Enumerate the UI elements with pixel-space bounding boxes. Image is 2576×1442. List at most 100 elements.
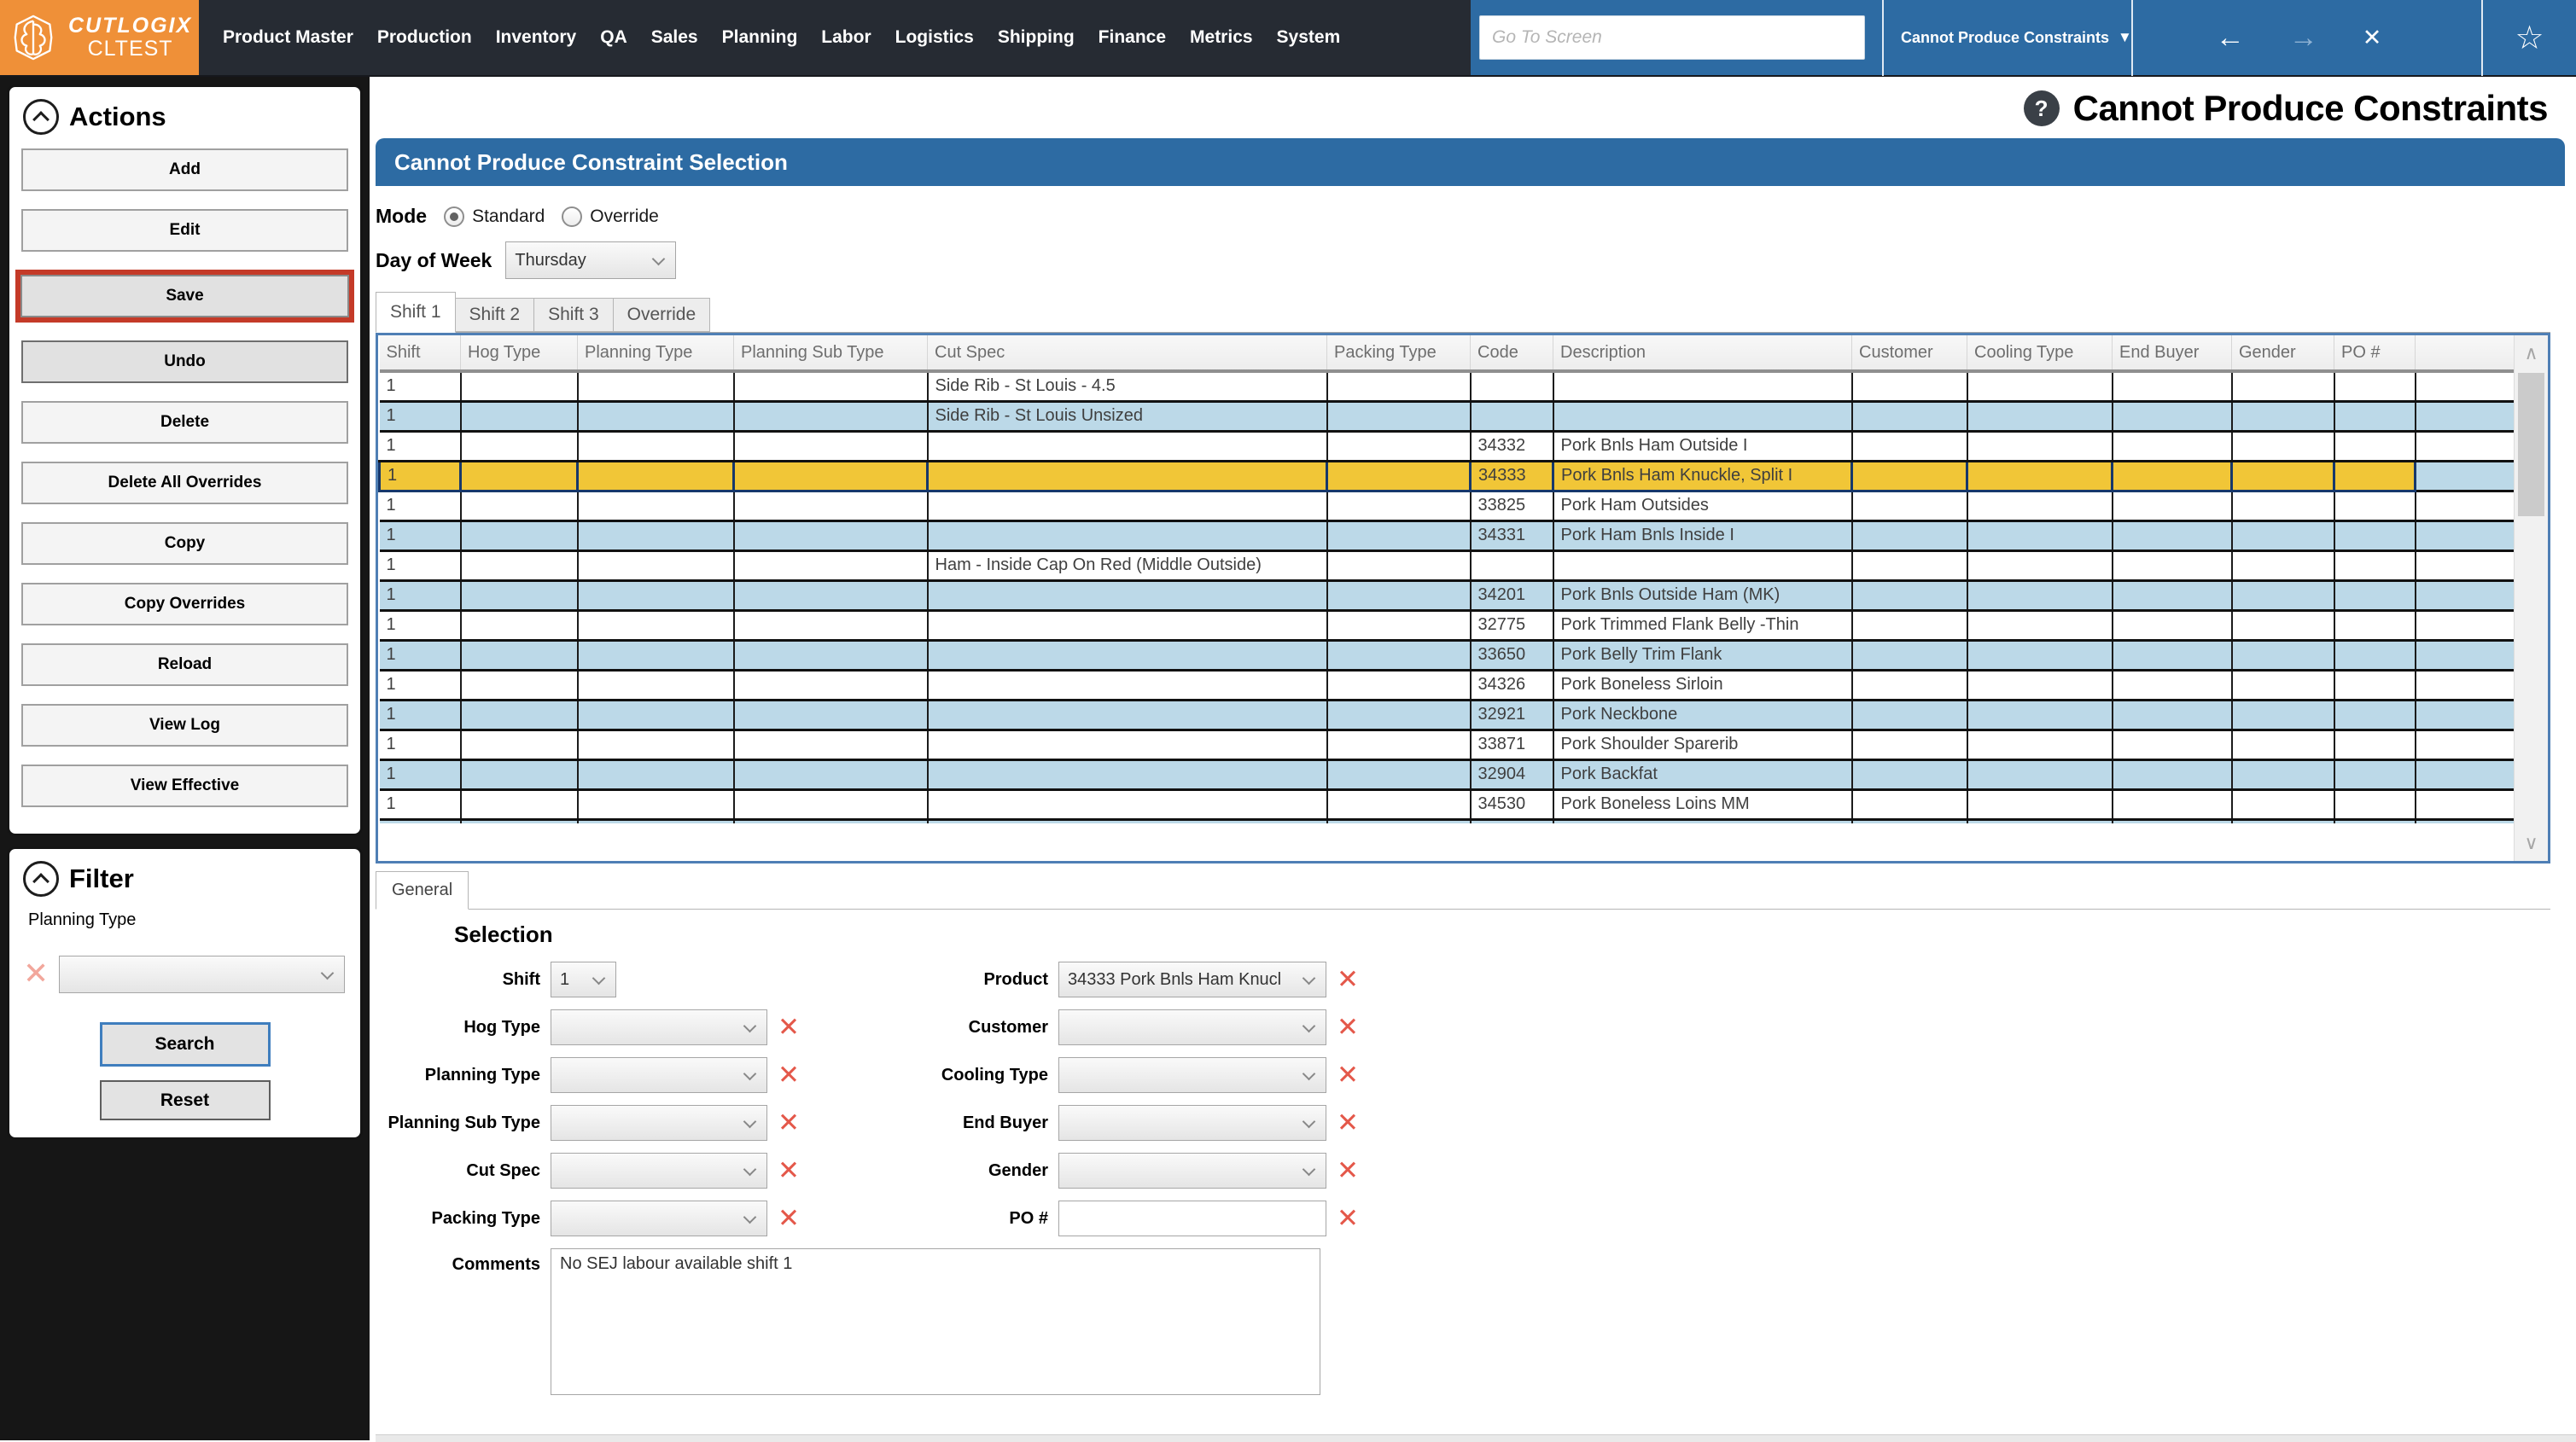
cell-po[interactable]: [2334, 730, 2416, 759]
cell-planning_sub_type[interactable]: [734, 491, 928, 520]
cell-planning_sub_type[interactable]: [734, 401, 928, 431]
cell-description[interactable]: Pork Boneless Loins MM: [1553, 789, 1852, 819]
nav-item-planning[interactable]: Planning: [710, 27, 810, 48]
cell-gender[interactable]: [2232, 550, 2334, 580]
cell-planning_type[interactable]: [578, 700, 734, 730]
action-button-view-log[interactable]: View Log: [21, 704, 348, 747]
action-button-undo[interactable]: Undo: [21, 340, 348, 383]
select-product[interactable]: 34333 Pork Bnls Ham Knucl: [1058, 962, 1326, 997]
cell-planning_type[interactable]: [578, 491, 734, 520]
cell-cut_spec[interactable]: [928, 789, 1327, 819]
clear-hog-type-icon[interactable]: ✕: [778, 1015, 800, 1041]
cell-cut_spec[interactable]: [928, 700, 1327, 730]
cell-po[interactable]: [2334, 491, 2416, 520]
collapse-chevron-icon[interactable]: [23, 861, 59, 897]
cell-description[interactable]: Pork Bnls Ham Outside I: [1553, 431, 1852, 461]
cell-shift[interactable]: 1: [380, 371, 461, 401]
cell-cut_spec[interactable]: [928, 580, 1327, 610]
grid-row[interactable]: 132775Pork Trimmed Flank Belly -Thin: [380, 610, 2515, 640]
goto-screen-input[interactable]: [1479, 15, 1865, 60]
col-header-planning-type[interactable]: Planning Type: [578, 335, 734, 371]
col-header-shift[interactable]: Shift: [380, 335, 461, 371]
cell-planning_type[interactable]: [578, 610, 734, 640]
cell-shift[interactable]: 1: [380, 730, 461, 759]
action-button-edit[interactable]: Edit: [21, 209, 348, 252]
cell-planning_sub_type[interactable]: [734, 461, 928, 491]
cell-po[interactable]: [2334, 371, 2416, 401]
cell-planning_type[interactable]: [578, 640, 734, 670]
cell-end_buyer[interactable]: [2113, 401, 2232, 431]
action-button-copy[interactable]: Copy: [21, 522, 348, 565]
action-button-copy-overrides[interactable]: Copy Overrides: [21, 583, 348, 625]
select-packing-type[interactable]: [551, 1201, 767, 1236]
cell-po[interactable]: [2334, 580, 2416, 610]
select-cooling-type[interactable]: [1058, 1057, 1326, 1093]
cell-po[interactable]: [2334, 700, 2416, 730]
cell-customer[interactable]: [1852, 700, 1967, 730]
grid-row[interactable]: 132921Pork Neckbone: [380, 700, 2515, 730]
cell-cut_spec[interactable]: [928, 730, 1327, 759]
cell-cut_spec[interactable]: [928, 461, 1327, 491]
action-button-view-effective[interactable]: View Effective: [21, 765, 348, 807]
cell-cut_spec[interactable]: Side Rib - St Louis Unsized: [928, 401, 1327, 431]
forward-arrow-icon[interactable]: →: [2289, 23, 2318, 52]
cell-code[interactable]: 32921: [1471, 700, 1553, 730]
cell-planning_sub_type[interactable]: [734, 730, 928, 759]
cell-hog_type[interactable]: [461, 401, 578, 431]
cell-packing_type[interactable]: [1327, 670, 1471, 700]
cell-end_buyer[interactable]: [2113, 431, 2232, 461]
cell-cut_spec[interactable]: [928, 759, 1327, 789]
cell-gender[interactable]: [2232, 730, 2334, 759]
reset-button[interactable]: Reset: [100, 1080, 271, 1120]
cell-gender[interactable]: [2232, 401, 2334, 431]
cell-po[interactable]: [2334, 819, 2416, 823]
cell-gender[interactable]: [2232, 700, 2334, 730]
cell-customer[interactable]: [1852, 371, 1967, 401]
cell-filler[interactable]: [2416, 670, 2515, 700]
cell-gender[interactable]: [2232, 759, 2334, 789]
cell-code[interactable]: [1471, 550, 1553, 580]
clear-cut-spec-icon[interactable]: ✕: [778, 1158, 800, 1184]
cell-shift[interactable]: 1: [380, 520, 461, 550]
cell-shift[interactable]: 1: [380, 580, 461, 610]
col-header-description[interactable]: Description: [1553, 335, 1852, 371]
col-header-hog-type[interactable]: Hog Type: [461, 335, 578, 371]
cell-end_buyer[interactable]: [2113, 580, 2232, 610]
cell-planning_sub_type[interactable]: [734, 580, 928, 610]
cell-cooling_type[interactable]: [1967, 819, 2113, 823]
cell-cooling_type[interactable]: [1967, 461, 2113, 491]
cell-planning_sub_type[interactable]: [734, 610, 928, 640]
action-button-delete[interactable]: Delete: [21, 401, 348, 444]
cell-planning_type[interactable]: [578, 670, 734, 700]
comments-textarea[interactable]: No SEJ labour available shift 1: [551, 1248, 1320, 1395]
cell-planning_sub_type[interactable]: [734, 371, 928, 401]
cell-end_buyer[interactable]: [2113, 550, 2232, 580]
grid-row[interactable]: 1Side Rib - St Louis - 4.5: [380, 371, 2515, 401]
help-icon[interactable]: ?: [2024, 90, 2060, 126]
radio-override[interactable]: [562, 206, 582, 227]
cell-gender[interactable]: [2232, 371, 2334, 401]
cell-cooling_type[interactable]: [1967, 670, 2113, 700]
col-header-cut-spec[interactable]: Cut Spec: [928, 335, 1327, 371]
grid-row[interactable]: 1Ham - Inside Cap On Red (Middle Outside…: [380, 550, 2515, 580]
cell-cooling_type[interactable]: [1967, 700, 2113, 730]
cell-description[interactable]: [1553, 401, 1852, 431]
cell-packing_type[interactable]: [1327, 491, 1471, 520]
grid-row[interactable]: 133650Pork Belly Trim Flank: [380, 640, 2515, 670]
cell-hog_type[interactable]: [461, 700, 578, 730]
input-po[interactable]: [1058, 1201, 1326, 1236]
cell-po[interactable]: [2334, 520, 2416, 550]
cell-planning_sub_type[interactable]: [734, 789, 928, 819]
cell-end_buyer[interactable]: [2113, 640, 2232, 670]
cell-cut_spec[interactable]: [928, 491, 1327, 520]
clear-planning-sub-type-icon[interactable]: ✕: [778, 1110, 800, 1137]
select-hog-type[interactable]: [551, 1009, 767, 1045]
cell-end_buyer[interactable]: [2113, 670, 2232, 700]
cell-packing_type[interactable]: [1327, 730, 1471, 759]
cell-filler[interactable]: [2416, 491, 2515, 520]
cell-code[interactable]: 34326: [1471, 670, 1553, 700]
cell-planning_sub_type[interactable]: [734, 819, 928, 823]
cell-description[interactable]: Pork Ham Outsides: [1553, 491, 1852, 520]
favorite-star-icon[interactable]: ☆: [2515, 19, 2544, 57]
cell-code[interactable]: 33650: [1471, 640, 1553, 670]
